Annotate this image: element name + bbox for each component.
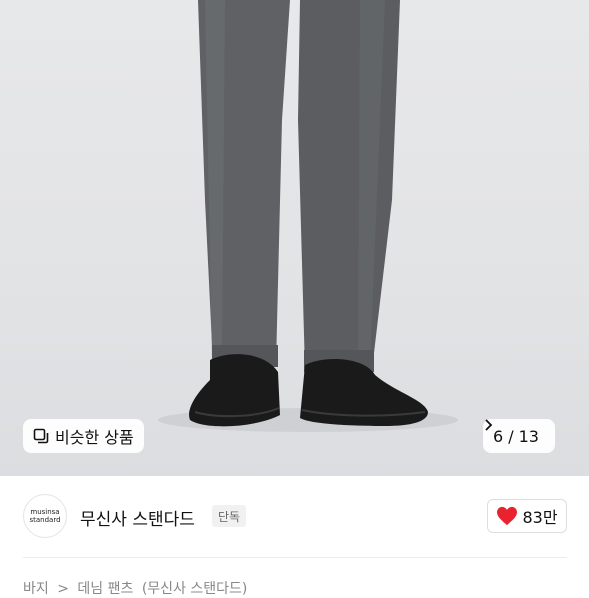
image-counter-separator: / bbox=[508, 426, 514, 446]
product-image[interactable]: 비슷한 상품 6 / 13 bbox=[0, 0, 589, 476]
brand-logo[interactable]: musinsa standard bbox=[23, 494, 67, 538]
like-button[interactable]: 83만 bbox=[487, 499, 567, 533]
brand-logo-line1: musinsa bbox=[30, 508, 60, 516]
similar-items-icon bbox=[33, 428, 49, 444]
image-counter-total: 13 bbox=[518, 426, 539, 446]
brand-logo-line2: standard bbox=[29, 516, 61, 524]
breadcrumb-subcategory[interactable]: 데님 팬츠 bbox=[77, 581, 133, 597]
similar-products-label: 비슷한 상품 bbox=[55, 428, 134, 447]
similar-products-button[interactable]: 비슷한 상품 bbox=[23, 419, 144, 453]
brand-name-link[interactable]: 무신사 스탠다드 bbox=[80, 505, 195, 530]
image-counter-button[interactable]: 6 / 13 bbox=[483, 419, 555, 453]
like-count: 83만 bbox=[522, 508, 558, 527]
breadcrumb: 바지 > 데님 팬츠 (무신사 스탠다드) bbox=[23, 578, 251, 598]
image-counter-current: 6 bbox=[493, 426, 504, 446]
heart-icon bbox=[497, 506, 518, 526]
divider bbox=[23, 557, 567, 558]
product-photo-illustration bbox=[158, 0, 458, 432]
breadcrumb-brand[interactable]: (무신사 스탠다드) bbox=[142, 581, 248, 597]
exclusive-badge: 단독 bbox=[212, 505, 247, 527]
breadcrumb-separator: > bbox=[57, 581, 69, 597]
breadcrumb-category[interactable]: 바지 bbox=[23, 581, 49, 597]
